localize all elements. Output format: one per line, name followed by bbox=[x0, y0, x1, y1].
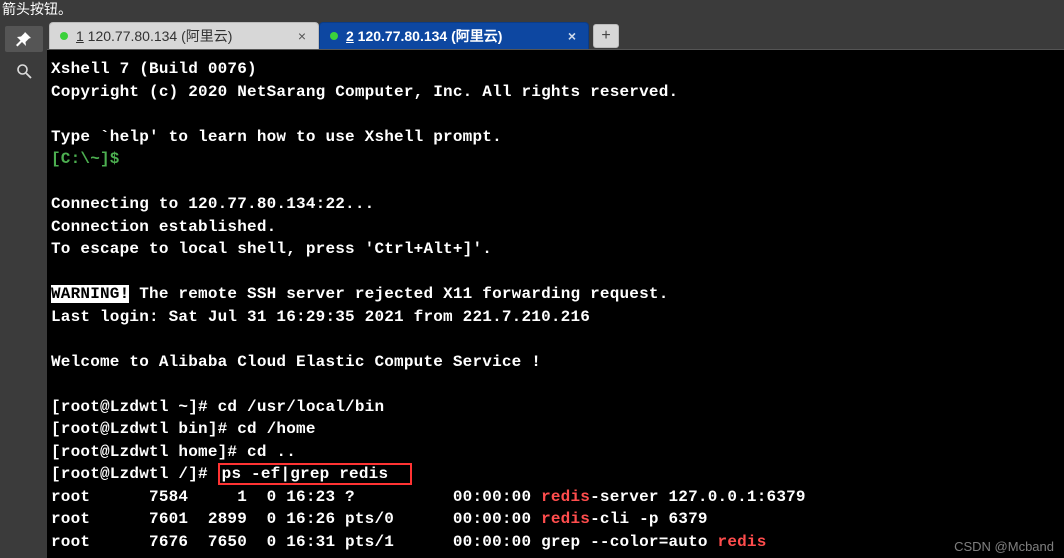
tab-label: 2 120.77.80.134 (阿里云) bbox=[346, 26, 502, 46]
tab-session-1[interactable]: 1 120.77.80.134 (阿里云) × bbox=[49, 22, 319, 49]
search-icon[interactable] bbox=[5, 58, 43, 84]
connection-status-icon bbox=[330, 32, 338, 40]
window-hint-text: 箭头按钮。 bbox=[0, 0, 1064, 22]
pin-icon[interactable] bbox=[5, 26, 43, 52]
tab-label: 1 120.77.80.134 (阿里云) bbox=[76, 26, 232, 46]
sidebar bbox=[0, 22, 47, 558]
close-icon[interactable]: × bbox=[564, 28, 580, 44]
terminal-output[interactable]: Xshell 7 (Build 0076) Copyright (c) 2020… bbox=[47, 50, 1064, 558]
watermark-text: CSDN @Mcband bbox=[954, 539, 1054, 554]
new-tab-button[interactable]: + bbox=[593, 24, 619, 48]
tab-bar: 1 120.77.80.134 (阿里云) × 2 120.77.80.134 … bbox=[47, 22, 1064, 50]
content-area: 1 120.77.80.134 (阿里云) × 2 120.77.80.134 … bbox=[47, 22, 1064, 558]
tab-session-2[interactable]: 2 120.77.80.134 (阿里云) × bbox=[319, 22, 589, 49]
close-icon[interactable]: × bbox=[294, 28, 310, 44]
main-row: 1 120.77.80.134 (阿里云) × 2 120.77.80.134 … bbox=[0, 22, 1064, 558]
connection-status-icon bbox=[60, 32, 68, 40]
